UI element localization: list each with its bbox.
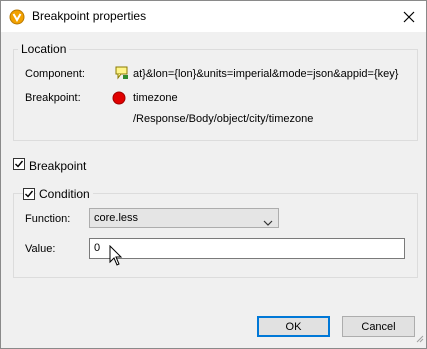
- window-title: Breakpoint properties: [32, 9, 147, 23]
- condition-group: [13, 193, 418, 278]
- app-icon: [9, 9, 25, 25]
- breakpoint-name: timezone: [133, 92, 178, 104]
- location-legend: Location: [18, 42, 70, 56]
- chevron-down-icon: [263, 215, 273, 229]
- value-input[interactable]: 0: [89, 238, 405, 259]
- breakpoint-path: /Response/Body/object/city/timezone: [133, 113, 314, 125]
- title-bar: Breakpoint properties: [1, 1, 426, 32]
- component-label: Component:: [25, 68, 85, 80]
- condition-legend[interactable]: Condition: [36, 187, 93, 201]
- breakpoint-properties-dialog: Breakpoint properties Location Component…: [0, 0, 427, 349]
- ok-button[interactable]: OK: [257, 316, 330, 337]
- function-label: Function:: [25, 213, 71, 225]
- component-value: at}&lon={lon}&units=imperial&mode=json&a…: [133, 68, 399, 80]
- function-select[interactable]: core.less: [89, 208, 279, 228]
- breakpoint-checkbox-label[interactable]: Breakpoint: [29, 159, 86, 173]
- close-button[interactable]: [392, 1, 426, 32]
- cancel-button[interactable]: Cancel: [342, 316, 415, 337]
- component-icon: [114, 65, 130, 84]
- mouse-cursor-icon: [109, 244, 123, 270]
- value-input-text: 0: [94, 242, 101, 254]
- close-icon[interactable]: [403, 11, 415, 23]
- breakpoint-checkbox[interactable]: [13, 158, 25, 170]
- breakpoint-dot-icon: [112, 91, 126, 108]
- condition-checkbox[interactable]: [23, 188, 35, 200]
- resize-grip-icon[interactable]: [414, 332, 424, 346]
- value-label: Value:: [25, 243, 56, 255]
- breakpoint-label: Breakpoint:: [25, 92, 81, 104]
- function-select-value: core.less: [94, 212, 139, 224]
